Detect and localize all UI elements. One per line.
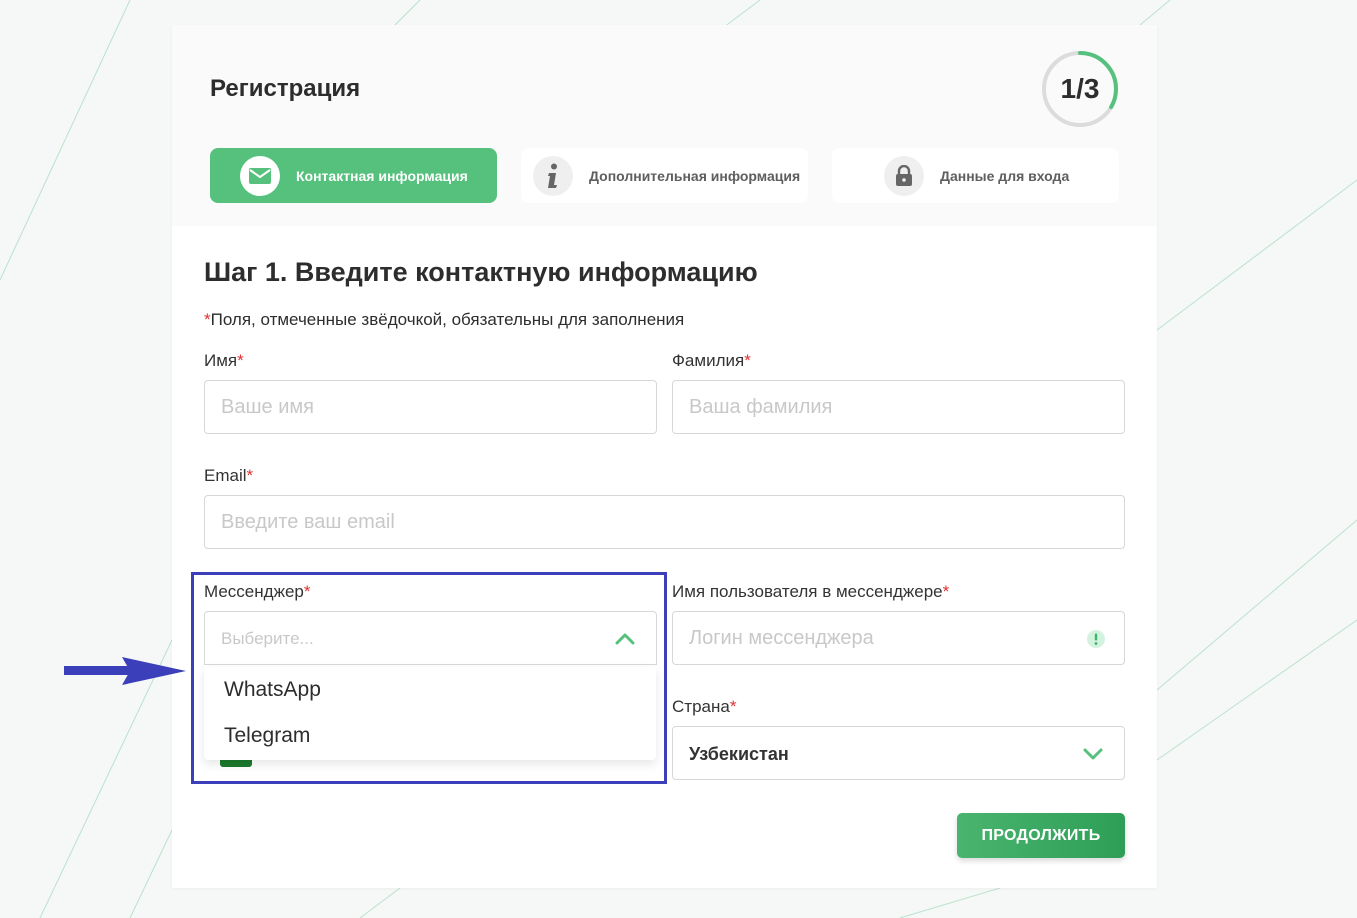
last-name-input[interactable] (673, 381, 1124, 433)
annotation-highlight-box (191, 572, 667, 784)
email-label: Email* (204, 466, 253, 486)
card-header: Регистрация 1/3 Контактная информация До… (172, 25, 1157, 226)
mail-icon (240, 155, 280, 196)
messenger-username-label: Имя пользователя в мессенджере* (672, 582, 949, 602)
alert-icon (1087, 630, 1105, 648)
first-name-input[interactable] (205, 381, 656, 433)
country-select[interactable]: Узбекистан (672, 726, 1125, 780)
tab-label: Контактная информация (296, 167, 468, 184)
info-icon (533, 155, 573, 196)
email-field (204, 495, 1125, 549)
required-star: * (246, 466, 254, 485)
tab-contact-info[interactable]: Контактная информация (210, 148, 497, 203)
first-name-field (204, 380, 657, 434)
last-name-label-text: Фамилия (672, 351, 745, 370)
required-star: * (942, 582, 950, 601)
messenger-username-label-text: Имя пользователя в мессенджере (672, 582, 943, 601)
required-star: * (744, 351, 751, 370)
tab-login-data[interactable]: Данные для входа (832, 148, 1119, 203)
required-note: *Поля, отмеченные звёдочкой, обязательны… (204, 310, 684, 330)
messenger-username-input[interactable] (673, 612, 1124, 664)
progress-ring: 1/3 (1038, 47, 1122, 131)
required-note-text: Поля, отмеченные звёдочкой, обязательны … (210, 310, 685, 329)
tab-label: Данные для входа (940, 167, 1070, 184)
page-title: Регистрация (210, 75, 361, 102)
tab-label: Дополнительная информация (589, 167, 801, 184)
first-name-label-text: Имя (204, 351, 238, 370)
last-name-field (672, 380, 1125, 434)
chevron-down-icon[interactable] (1082, 744, 1104, 764)
required-star: * (204, 310, 211, 329)
country-label: Страна* (672, 697, 736, 717)
annotation-arrow-icon (64, 657, 186, 685)
last-name-label: Фамилия* (672, 351, 751, 371)
messenger-username-field (672, 611, 1125, 665)
email-input[interactable] (205, 496, 1124, 548)
country-value: Узбекистан (689, 744, 789, 764)
step-heading: Шаг 1. Введите контактную информацию (204, 257, 758, 287)
first-name-label: Имя* (204, 351, 244, 371)
lock-icon (884, 155, 924, 196)
email-label-text: Email (204, 466, 247, 485)
required-star: * (237, 351, 244, 370)
tab-additional-info[interactable]: Дополнительная информация (521, 148, 808, 203)
country-label-text: Страна (672, 697, 730, 716)
continue-button[interactable]: ПРОДОЛЖИТЬ (957, 813, 1125, 858)
required-star: * (729, 697, 737, 716)
progress-text: 1/3 (1060, 73, 1100, 104)
